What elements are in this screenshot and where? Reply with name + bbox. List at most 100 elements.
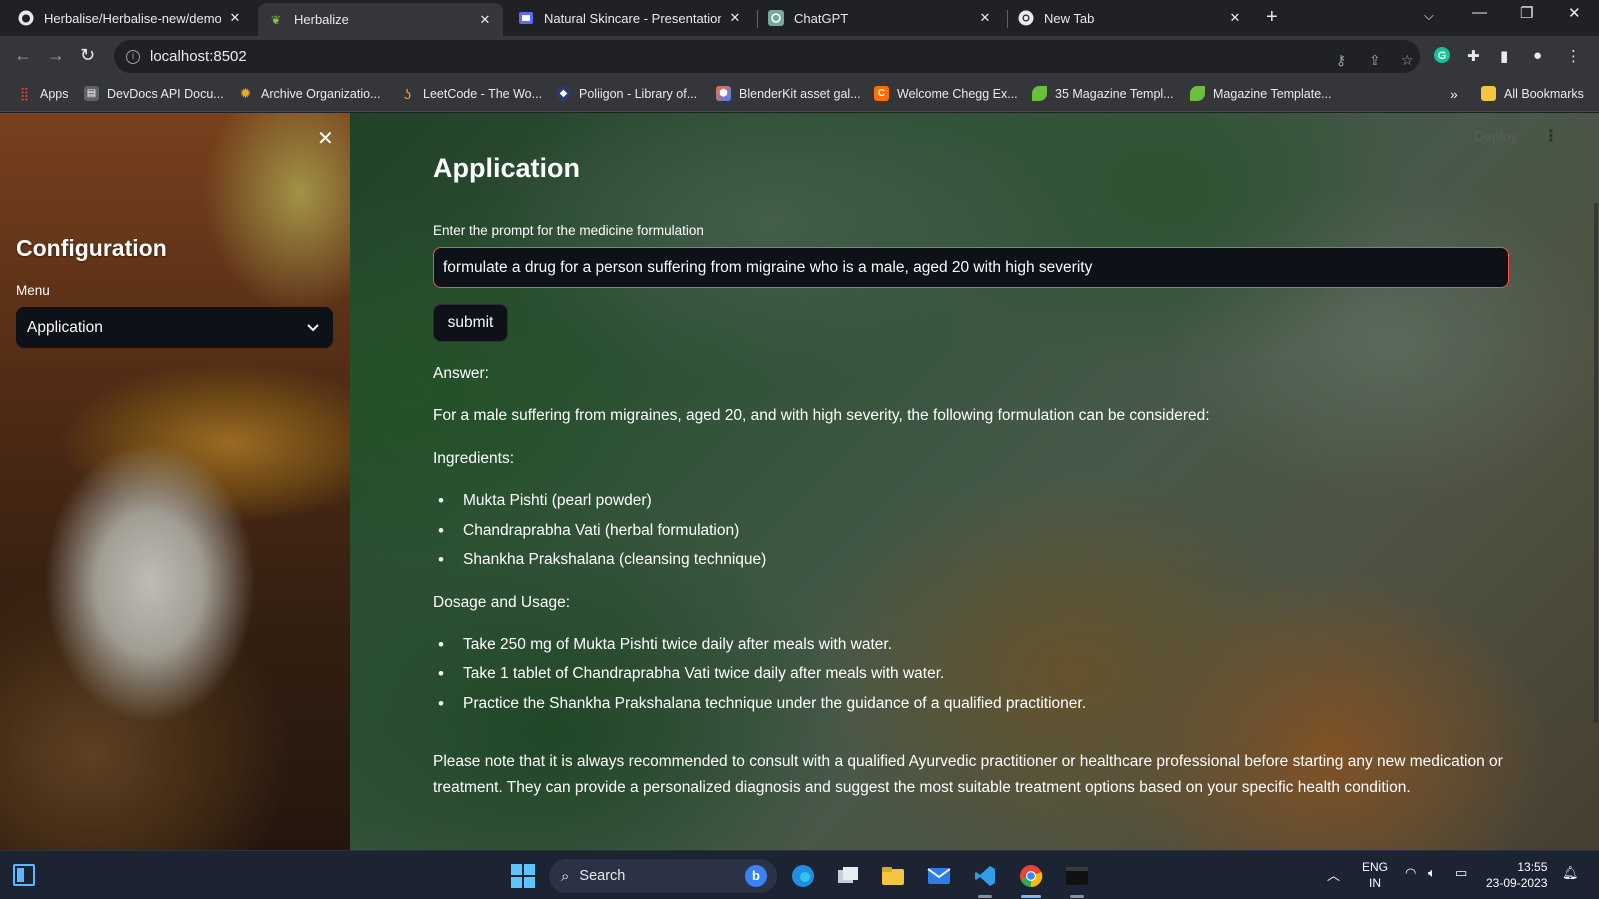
bookmark-archive[interactable]: ✹ Archive Organizatio...	[238, 85, 381, 101]
password-key-icon[interactable]: ⚷	[1336, 52, 1346, 69]
tab-github[interactable]: Herbalise/Herbalise-new/demo.p ✕	[8, 0, 253, 36]
menu-select[interactable]: Application	[16, 307, 333, 348]
bookmarks-bar: ⣿ Apps ▤ DevDocs API Docu... ✹ Archive O…	[0, 77, 1599, 112]
back-icon[interactable]: ←	[14, 45, 32, 66]
input-language-indicator[interactable]: ENG IN	[1362, 859, 1388, 891]
devdocs-icon: ▤	[84, 86, 99, 101]
tab-herbalize[interactable]: ❦ Herbalize ✕	[258, 3, 503, 36]
bookmark-magazine-template[interactable]: Magazine Template...	[1190, 86, 1332, 101]
bookmarks-overflow-button[interactable]: »	[1450, 86, 1458, 102]
clock-date: 23-09-2023	[1486, 876, 1548, 890]
scrollbar[interactable]	[1593, 113, 1599, 850]
widgets-icon[interactable]	[13, 864, 35, 886]
volume-icon[interactable]: 🔈︎	[1428, 865, 1436, 881]
deploy-button[interactable]: Deploy	[1474, 128, 1518, 144]
sidebar: ✕ Configuration Menu Application	[0, 113, 350, 850]
url-text: localhost:8502	[150, 48, 247, 65]
github-icon	[18, 10, 34, 26]
bookmark-devdocs[interactable]: ▤ DevDocs API Docu...	[84, 86, 224, 101]
extension-grammarly-icon[interactable]: G	[1434, 47, 1450, 67]
bookmark-leetcode[interactable]: ʖ LeetCode - The Wo...	[400, 86, 543, 102]
ingredient-item: Shankha Prakshalana (cleansing technique…	[438, 550, 766, 570]
dosage-item: Practice the Shankha Prakshalana techniq…	[438, 694, 1086, 714]
tab-new-tab[interactable]: New Tab ✕	[1008, 0, 1253, 36]
notification-bell-icon[interactable]: 🔔︎	[1562, 865, 1579, 881]
extensions-puzzle-icon[interactable]: ✚	[1467, 47, 1480, 65]
svg-text:G: G	[1438, 50, 1447, 62]
reload-icon[interactable]: ↻	[80, 45, 95, 66]
profile-icon[interactable]: ●	[1533, 47, 1542, 64]
bookmark-label: BlenderKit asset gal...	[739, 86, 861, 101]
bookmark-blenderkit[interactable]: ⬢ BlenderKit asset gal...	[716, 86, 861, 101]
answer-label: Answer:	[433, 365, 489, 382]
bookmark-apps[interactable]: ⣿ Apps	[17, 86, 69, 101]
tab-title: Natural Skincare - Presentation	[544, 10, 721, 26]
taskbar-search-label: Search	[579, 868, 626, 884]
site-info-icon[interactable]: i	[126, 49, 140, 64]
bookmark-label: Archive Organizatio...	[261, 86, 381, 101]
chrome-menu-icon[interactable]: ⋮	[1566, 47, 1581, 65]
forward-icon[interactable]: →	[47, 45, 65, 66]
tab-close-icon[interactable]: ✕	[1227, 10, 1243, 26]
bookmark-poliigon[interactable]: ◆ Poliigon - Library of...	[556, 86, 697, 101]
close-window-button[interactable]: ✕	[1568, 4, 1581, 22]
taskbar-search[interactable]: ⌕ Search b	[549, 859, 777, 893]
minimize-button[interactable]: —	[1472, 4, 1487, 21]
tab-search-chevron-icon[interactable]: ⌵	[1424, 8, 1434, 24]
tab-slides[interactable]: Natural Skincare - Presentation ✕	[508, 0, 753, 36]
task-view-icon[interactable]	[834, 863, 862, 889]
bookmark-magazine-templates[interactable]: 35 Magazine Templ...	[1032, 86, 1174, 101]
bookmark-label: Magazine Template...	[1213, 86, 1332, 101]
submit-button[interactable]: submit	[433, 304, 508, 342]
tab-close-icon[interactable]: ✕	[977, 10, 993, 26]
chrome-taskbar-icon[interactable]	[1017, 863, 1045, 889]
dosage-item: Take 1 tablet of Chandraprabha Vati twic…	[438, 664, 944, 684]
search-icon: ⌕	[561, 867, 570, 885]
wifi-icon[interactable]: ◠	[1405, 865, 1416, 881]
tab-close-icon[interactable]: ✕	[477, 12, 493, 28]
bookmark-chegg[interactable]: C Welcome Chegg Ex...	[874, 86, 1018, 101]
browser-toolbar: ← → ↻ i localhost:8502 ⚷ ⇪ ☆ G ✚ ▮ ● ⋮	[0, 36, 1599, 77]
ingredients-label: Ingredients:	[433, 450, 514, 467]
herb-leaf-icon: ❦	[270, 12, 282, 27]
ingredient-item: Mukta Pishti (pearl powder)	[438, 491, 652, 511]
bookmark-star-icon[interactable]: ☆	[1401, 52, 1414, 69]
blenderkit-icon: ⬢	[716, 86, 731, 101]
side-panel-icon[interactable]: ▮	[1500, 47, 1508, 65]
address-bar[interactable]: i localhost:8502 ⚷ ⇪ ☆	[114, 40, 1420, 73]
terminal-icon[interactable]	[1063, 863, 1091, 889]
menu-label: Menu	[16, 283, 50, 298]
tab-chatgpt[interactable]: ChatGPT ✕	[758, 0, 1003, 36]
sidebar-close-icon[interactable]: ✕	[317, 126, 334, 151]
all-bookmarks-button[interactable]: All Bookmarks	[1481, 86, 1584, 101]
tray-overflow-chevron-icon[interactable]: ︿	[1327, 865, 1340, 884]
taskbar: ⌕ Search b ︿ ENG IN ◠ 🔈︎ ▭ 13:55 23-09-2…	[0, 850, 1599, 899]
tab-close-icon[interactable]: ✕	[227, 10, 243, 26]
bookmark-label: All Bookmarks	[1504, 86, 1584, 101]
new-tab-button[interactable]: +	[1266, 6, 1278, 29]
system-clock[interactable]: 13:55 23-09-2023	[1486, 859, 1547, 891]
tab-close-icon[interactable]: ✕	[727, 10, 743, 26]
clock-time: 13:55	[1517, 860, 1548, 874]
disclaimer-note: Please note that it is always recommende…	[433, 753, 1503, 796]
vscode-icon[interactable]	[971, 863, 999, 889]
tab-strip: Herbalise/Herbalise-new/demo.p ✕ ❦ Herba…	[0, 0, 1599, 36]
chatgpt-icon	[768, 10, 784, 26]
menu-select-value: Application	[27, 318, 103, 336]
lang-line1: ENG	[1362, 860, 1389, 874]
edge-browser-icon[interactable]	[789, 863, 817, 889]
archive-icon: ✹	[239, 85, 252, 101]
bookmark-label: LeetCode - The Wo...	[423, 86, 543, 101]
prompt-input[interactable]	[433, 247, 1509, 288]
windows-start-icon[interactable]	[511, 864, 535, 888]
battery-icon[interactable]: ▭	[1455, 865, 1467, 881]
app-menu-icon[interactable]: ⋮	[1543, 126, 1559, 146]
share-icon[interactable]: ⇪	[1369, 52, 1381, 69]
restore-button[interactable]: ❐	[1520, 4, 1533, 22]
file-explorer-icon[interactable]	[879, 863, 907, 889]
bookmark-label: 35 Magazine Templ...	[1055, 86, 1174, 101]
streamlit-app: ✕ Configuration Menu Application Deploy …	[0, 113, 1599, 850]
mail-icon[interactable]	[925, 863, 953, 889]
tab-title: New Tab	[1044, 10, 1095, 26]
leaf-icon	[1032, 86, 1047, 101]
